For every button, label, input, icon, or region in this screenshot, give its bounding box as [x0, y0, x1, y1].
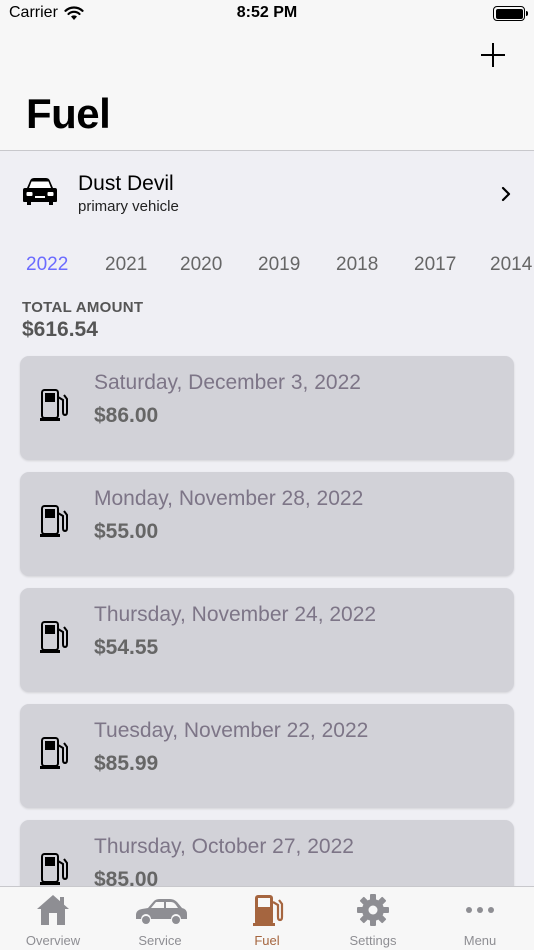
ellipsis-icon: [466, 907, 494, 913]
tab-service[interactable]: Service: [107, 887, 213, 950]
year-tab-2021[interactable]: 2021: [105, 254, 147, 276]
fuel-entry-card[interactable]: Saturday, December 3, 2022 $86.00: [20, 356, 514, 460]
year-tab-2019[interactable]: 2019: [258, 254, 300, 276]
page-title: Fuel: [26, 90, 111, 137]
fuel-entry-date: Tuesday, November 22, 2022: [94, 719, 369, 742]
year-tab-2014[interactable]: 2014: [490, 254, 532, 276]
fuel-entry-card[interactable]: Thursday, November 24, 2022 $54.55: [20, 588, 514, 692]
vehicle-subtitle: primary vehicle: [78, 198, 179, 215]
year-tab-2018[interactable]: 2018: [336, 254, 378, 276]
house-icon: [37, 895, 69, 925]
chevron-right-icon: [501, 186, 511, 202]
total-amount-value: $616.54: [22, 318, 98, 341]
tab-label: Service: [138, 933, 182, 948]
fuel-pump-icon: [40, 621, 68, 653]
fuel-entry-amount: $55.00: [94, 520, 159, 543]
fuel-entry-date: Thursday, November 24, 2022: [94, 603, 377, 626]
status-bar: Carrier 8:52 PM: [0, 0, 534, 30]
year-tab-2020[interactable]: 2020: [180, 254, 222, 276]
fuel-entry-date: Monday, November 28, 2022: [94, 487, 364, 510]
tab-overview[interactable]: Overview: [0, 887, 106, 950]
car-icon: [23, 178, 57, 205]
fuel-pump-icon: [40, 389, 68, 421]
fuel-pump-icon: [40, 505, 68, 537]
tab-menu[interactable]: Menu: [427, 887, 533, 950]
battery-icon: [493, 6, 528, 21]
fuel-entry-amount: $85.99: [94, 752, 159, 775]
add-fuel-button[interactable]: [478, 40, 508, 70]
tab-bar: Overview Service Fuel Settings Menu: [0, 886, 534, 950]
fuel-entry-amount: $54.55: [94, 636, 159, 659]
vehicle-selector[interactable]: Dust Devil primary vehicle: [0, 152, 534, 238]
vehicle-name: Dust Devil: [78, 172, 174, 195]
status-time: 8:52 PM: [236, 4, 298, 21]
year-tab-2022[interactable]: 2022: [26, 254, 68, 276]
navigation-header: Fuel: [0, 30, 534, 151]
fuel-entry-date: Thursday, October 27, 2022: [94, 835, 354, 858]
gear-icon: [357, 894, 389, 926]
year-filter: 2022 2021 2020 2019 2018 2017 2014: [0, 254, 534, 280]
tab-settings[interactable]: Settings: [320, 887, 426, 950]
tab-fuel[interactable]: Fuel: [214, 887, 320, 950]
total-amount-label: TOTAL AMOUNT: [22, 299, 144, 316]
fuel-entry-card[interactable]: Tuesday, November 22, 2022 $85.99: [20, 704, 514, 808]
fuel-entry-date: Saturday, December 3, 2022: [94, 371, 361, 394]
fuel-pump-icon: [40, 853, 68, 885]
year-tab-2017[interactable]: 2017: [414, 254, 456, 276]
fuel-entry-card[interactable]: Monday, November 28, 2022 $55.00: [20, 472, 514, 576]
fuel-entry-amount: $86.00: [94, 404, 159, 427]
fuel-pump-icon: [253, 895, 284, 926]
fuel-pump-icon: [40, 737, 68, 769]
tab-label: Settings: [349, 933, 397, 948]
car-icon: [136, 899, 187, 924]
tab-label: Fuel: [254, 933, 280, 948]
tab-label: Overview: [25, 933, 81, 948]
tab-label: Menu: [463, 933, 497, 948]
